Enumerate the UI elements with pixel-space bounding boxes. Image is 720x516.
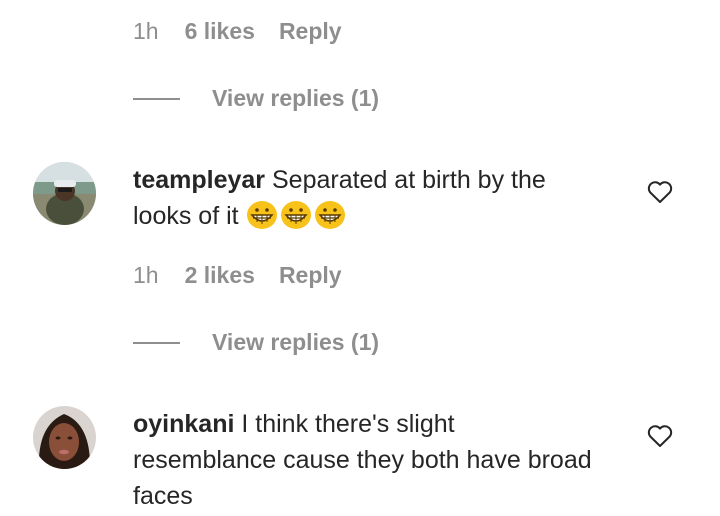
comment-body: teampleyar Separated at birth by the loo… xyxy=(133,162,603,234)
comment-likes-count[interactable]: 2 likes xyxy=(185,262,255,289)
comment-timestamp: 1h xyxy=(133,262,159,288)
divider-line xyxy=(133,341,180,344)
like-heart-icon[interactable] xyxy=(647,180,673,204)
comment-meta-row: 1h 6 likes Reply xyxy=(133,18,342,45)
comment-username[interactable]: teampleyar xyxy=(133,166,265,194)
comment-meta-row: 1h 2 likes Reply xyxy=(133,262,342,289)
view-replies-button[interactable]: View replies (1) xyxy=(133,85,379,112)
reply-button[interactable]: Reply xyxy=(279,262,342,289)
comment-likes-count[interactable]: 6 likes xyxy=(185,18,255,45)
reply-button[interactable]: Reply xyxy=(279,18,342,45)
like-heart-icon[interactable] xyxy=(647,424,673,448)
comment-body: oyinkani I think there's slight resembla… xyxy=(133,406,603,514)
grinning-face-emoji xyxy=(280,200,312,230)
comment-username[interactable]: oyinkani xyxy=(133,410,234,438)
grinning-face-emoji xyxy=(314,200,346,230)
avatar-oyinkani[interactable] xyxy=(33,406,96,469)
view-replies-button[interactable]: View replies (1) xyxy=(133,329,379,356)
avatar-teampleyar[interactable] xyxy=(33,162,96,225)
view-replies-label: View replies (1) xyxy=(212,85,380,111)
divider-line xyxy=(133,97,180,100)
grinning-face-emoji xyxy=(246,200,278,230)
comment-timestamp: 1h xyxy=(133,18,159,44)
view-replies-label: View replies (1) xyxy=(212,329,380,355)
